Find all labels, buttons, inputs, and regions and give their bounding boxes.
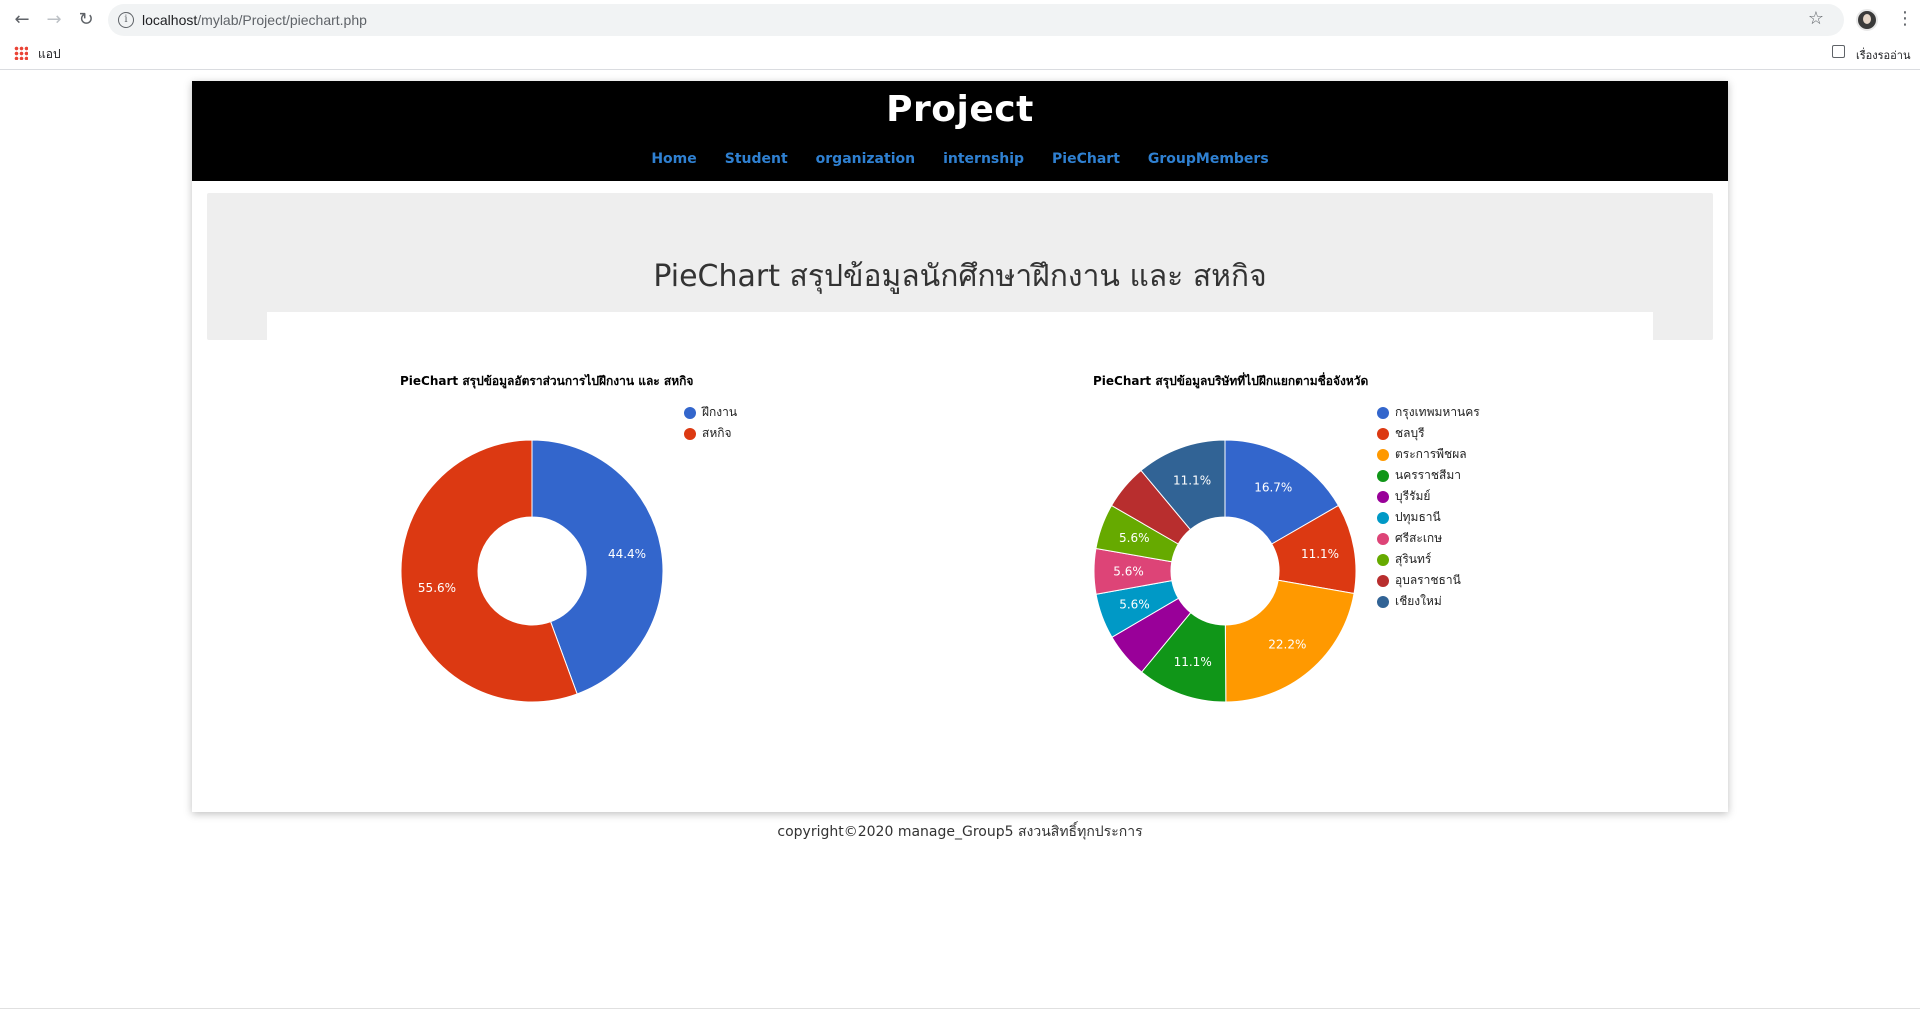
url-host: localhost [142, 12, 198, 28]
page-container: Project Home Student organization intern… [192, 81, 1728, 812]
chart2-legend-label-3: นครราชสีมา [1395, 468, 1461, 482]
chart2-legend-label-0: กรุงเทพมหานคร [1395, 405, 1480, 419]
browser-menu-icon[interactable]: ⋮ [1896, 8, 1914, 29]
reload-icon[interactable]: ↻ [74, 8, 98, 32]
chart2-legend-swatch-1 [1377, 427, 1389, 440]
chart2-legend-swatch-6 [1377, 532, 1389, 545]
main-nav: Home Student organization internship Pie… [192, 151, 1728, 167]
chart1-legend-swatch-0 [684, 406, 696, 419]
url-text[interactable]: localhost/mylab/Project/piechart.php [142, 12, 367, 28]
nav-groupmembers[interactable]: GroupMembers [1148, 151, 1269, 167]
chart2-slice-label-1: 11.1% [1301, 547, 1339, 561]
chart2-legend-item-7[interactable]: สุรินทร์ [1377, 549, 1480, 570]
chart2-title: PieChart สรุปข้อมูลบริษัทที่ไปฝึกแยกตามช… [1093, 374, 1369, 388]
profile-avatar[interactable] [1856, 9, 1878, 31]
chart2-slice-label-6: 5.6% [1113, 564, 1144, 578]
chart2-legend-swatch-3 [1377, 469, 1389, 482]
chart1-legend-item-1[interactable]: สหกิจ [684, 423, 737, 444]
chart1-legend-label-1: สหกิจ [702, 426, 732, 440]
chart2-legend-swatch-7 [1377, 553, 1389, 566]
reading-list-label[interactable]: เรื่องรออ่าน [1856, 46, 1910, 64]
chart2-legend-item-0[interactable]: กรุงเทพมหานคร [1377, 402, 1480, 423]
url-path: /mylab/Project/piechart.php [197, 12, 367, 28]
chart1-legend-item-0[interactable]: ฝึกงาน [684, 402, 737, 423]
chart1-legend-label-0: ฝึกงาน [702, 405, 738, 419]
site-brand[interactable]: Project [192, 89, 1728, 130]
chart1-slice-label-1: 55.6% [418, 581, 456, 595]
chart2-legend-swatch-0 [1377, 406, 1389, 419]
reading-list-icon[interactable] [1832, 45, 1845, 58]
nav-organization[interactable]: organization [816, 151, 915, 167]
chart2-slice-label-0: 16.7% [1254, 480, 1292, 494]
chart2-legend-label-6: ศรีสะเกษ [1395, 531, 1443, 545]
nav-internship[interactable]: internship [943, 151, 1024, 167]
content-divider [267, 312, 1653, 342]
footer-copyright: copyright©2020 manage_Group5 สงวนสิทธิ์ท… [777, 824, 1143, 840]
address-bar[interactable]: i localhost/mylab/Project/piechart.php ☆ [108, 4, 1844, 36]
back-icon[interactable]: ← [10, 8, 34, 32]
chart2-slice-label-3: 11.1% [1174, 655, 1212, 669]
chart2-legend-label-2: ตระการพืชผล [1395, 447, 1467, 461]
chart1-title: PieChart สรุปข้อมูลอัตราส่วนการไปฝึกงาน … [400, 374, 694, 388]
site-info-icon[interactable]: i [118, 12, 134, 28]
nav-piechart[interactable]: PieChart [1052, 151, 1120, 167]
chart2-legend-label-7: สุรินทร์ [1395, 552, 1432, 566]
chart2-legend-swatch-9 [1377, 595, 1389, 608]
chart2-legend-swatch-8 [1377, 574, 1389, 587]
chart1-slice-label-0: 44.4% [608, 547, 646, 561]
chart2-legend-item-6[interactable]: ศรีสะเกษ [1377, 528, 1480, 549]
apps-grid-icon[interactable] [14, 46, 28, 60]
chart2-donut: 16.7% 11.1% 22.2% 11.1% 5.6% 5.6% 5.6% 11.1% [1093, 439, 1357, 703]
browser-chrome: ← → ↻ i localhost/mylab/Project/piechart… [0, 0, 1920, 70]
page-bottom-divider [0, 1008, 1920, 1009]
nav-home[interactable]: Home [651, 151, 696, 167]
chart1-legend-swatch-1 [684, 427, 696, 440]
chart2-slice-label-5: 5.6% [1119, 597, 1150, 611]
chart2-legend-item-2[interactable]: ตระการพืชผล [1377, 444, 1480, 465]
forward-icon[interactable]: → [42, 8, 66, 32]
chart1-legend: ฝึกงานสหกิจ [684, 402, 737, 444]
chart2-slice-label-2: 22.2% [1268, 638, 1306, 652]
site-header: Project Home Student organization intern… [192, 81, 1728, 181]
chart2-legend-item-8[interactable]: อุบลราชธานี [1377, 570, 1480, 591]
chart2-legend-item-5[interactable]: ปทุมธานี [1377, 507, 1480, 528]
chart2-legend-item-1[interactable]: ชลบุรี [1377, 423, 1480, 444]
bookmarks-bar: แอป เรื่องรออ่าน [0, 40, 1920, 68]
chart2-slice-label-7: 5.6% [1119, 531, 1150, 545]
chart2-legend-swatch-5 [1377, 511, 1389, 524]
chart2-legend-label-8: อุบลราชธานี [1395, 573, 1461, 587]
chart2-legend-swatch-2 [1377, 448, 1389, 461]
chart2-legend-label-5: ปทุมธานี [1395, 510, 1441, 524]
nav-student[interactable]: Student [725, 151, 788, 167]
chart2-legend-item-4[interactable]: บุรีรัมย์ [1377, 486, 1480, 507]
chart2-legend-item-3[interactable]: นครราชสีมา [1377, 465, 1480, 486]
chart2-legend-label-9: เชียงใหม่ [1395, 594, 1442, 608]
chart2-legend-item-9[interactable]: เชียงใหม่ [1377, 591, 1480, 612]
page-title: PieChart สรุปข้อมูลนักศึกษาฝึกงาน และ สห… [653, 259, 1267, 294]
chart2-legend-label-4: บุรีรัมย์ [1395, 489, 1431, 503]
chart1-donut: 44.4% 55.6% [400, 439, 664, 703]
chart2-legend-swatch-4 [1377, 490, 1389, 503]
apps-label[interactable]: แอป [38, 45, 61, 64]
chart2-legend: กรุงเทพมหานครชลบุรีตระการพืชผลนครราชสีมา… [1377, 402, 1480, 612]
chart2-legend-label-1: ชลบุรี [1395, 426, 1425, 440]
chart2-slice-label-9: 11.1% [1173, 473, 1211, 487]
bookmark-star-icon[interactable]: ☆ [1808, 8, 1824, 29]
